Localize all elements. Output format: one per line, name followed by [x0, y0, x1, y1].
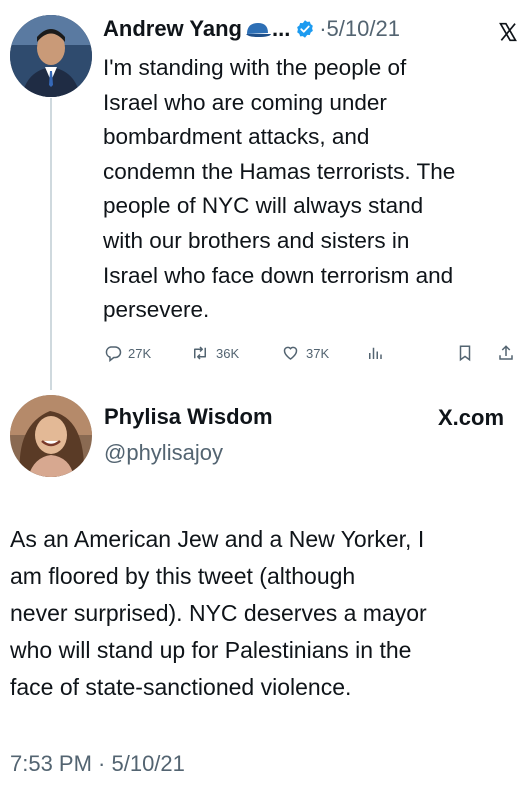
tweet-date[interactable]: ·5/10/21 — [319, 16, 400, 41]
views-button[interactable] — [366, 344, 384, 362]
bookmark-button[interactable] — [456, 344, 474, 362]
retweet-icon — [190, 344, 210, 362]
quote-author-name[interactable]: Phylisa Wisdom — [104, 404, 273, 429]
like-count: 37K — [306, 345, 330, 361]
tweet-actions-bar: 27K 36K 37K — [104, 340, 524, 366]
x-logo-icon[interactable] — [498, 22, 518, 42]
tweet-header: Andrew Yang ... ·5/10/21 — [103, 16, 400, 43]
verified-badge-icon — [295, 19, 315, 39]
quote-handle[interactable]: @phylisajoy — [104, 440, 223, 466]
retweet-button[interactable]: 36K — [190, 344, 239, 362]
thread-connector-line — [50, 98, 52, 390]
tweet-text: I'm standing with the people of Israel w… — [103, 55, 456, 323]
reply-button[interactable]: 27K — [104, 344, 151, 362]
avatar-phylisa-wisdom[interactable] — [10, 395, 92, 477]
reply-count: 27K — [128, 345, 152, 361]
blue-cap-emoji-icon — [244, 20, 272, 43]
share-icon — [497, 344, 515, 362]
quote-author-name-row: Phylisa Wisdom — [104, 404, 273, 430]
author-name[interactable]: Andrew Yang — [103, 16, 242, 41]
retweet-count: 36K — [216, 345, 240, 361]
name-truncation: ... — [271, 16, 291, 41]
quote-timestamp[interactable]: 7:53 PM · 5/10/21 — [10, 751, 185, 777]
heart-icon — [281, 344, 300, 362]
views-chart-icon — [366, 344, 384, 362]
like-button[interactable]: 37K — [281, 344, 329, 362]
share-button[interactable] — [497, 344, 515, 362]
reply-icon — [104, 344, 122, 362]
avatar-andrew-yang[interactable] — [10, 15, 92, 97]
quote-text: As an American Jew and a New Yorker, I a… — [10, 526, 427, 700]
bookmark-icon — [456, 344, 474, 362]
source-label: X.com — [438, 405, 505, 430]
